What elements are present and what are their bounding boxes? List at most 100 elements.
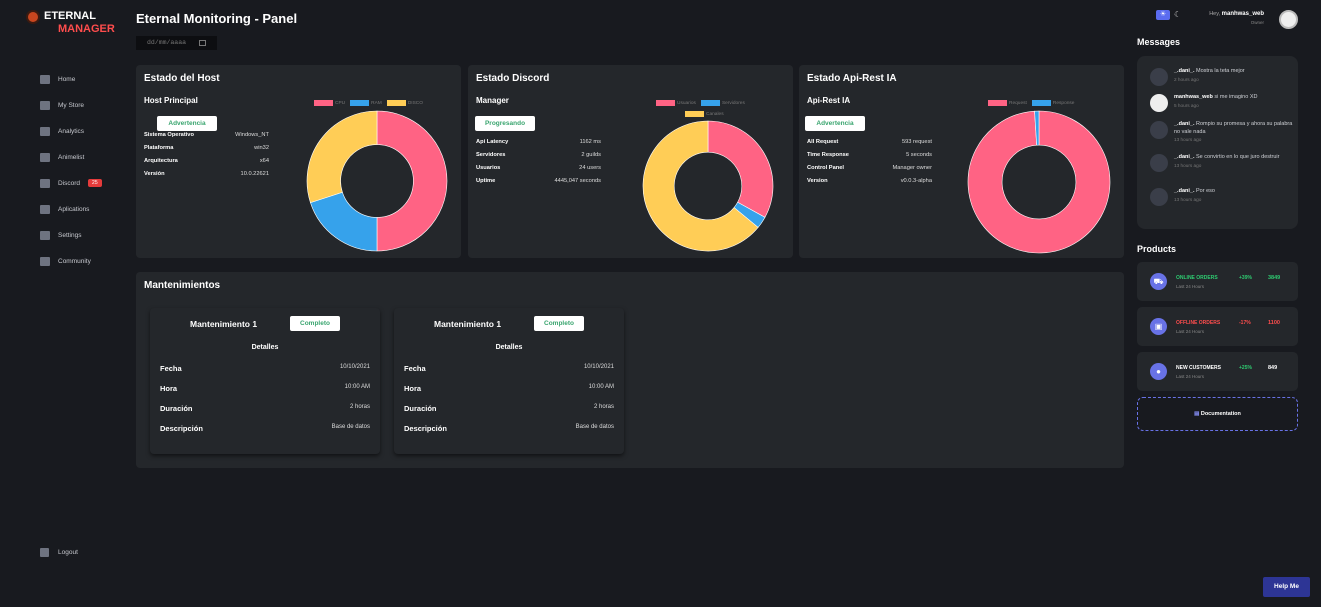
legend-item[interactable]: Response [1031,100,1074,106]
discord-row-key: Uptime [476,178,496,184]
cart-icon: ⛟ [1150,273,1167,290]
sidebar-item-analytics[interactable]: Analytics [40,118,102,144]
legend-label: CPU [335,100,346,106]
message-user: manhwas_web [1174,94,1213,100]
maintenance-key: Fecha [404,364,426,373]
maintenance-value: 2 horas [349,404,370,410]
legend-swatch [685,111,704,117]
api-donut-chart[interactable] [967,110,1111,254]
donut-slice-disco[interactable] [306,110,378,204]
help-button[interactable]: Help Me [1263,577,1310,597]
message-item[interactable]: _.dani_. Se convirtio en lo que juro des… [1150,154,1294,172]
host-row-value: win32 [254,145,269,151]
discord-row: Servidores 2 guilds [476,152,601,158]
legend-item[interactable]: DISCO [386,100,424,106]
tools-icon [40,152,50,162]
sidebar-item-discord[interactable]: Discord 25 [40,170,102,196]
brand-logo[interactable]: ETERNAL MANAGER [26,10,115,36]
logo-icon [26,10,40,24]
maintenance-card: Mantenimiento 1 Completo Detalles Fecha 1… [150,308,380,454]
legend-item[interactable]: CPU [314,100,345,106]
legend-item[interactable]: RAM [350,100,382,106]
maintenance-key: Duración [160,404,193,413]
api-chart-legend: Request Response [988,100,1074,106]
maintenance-row: Hora 10:00 AM [160,384,370,393]
messages-title: Messages [1137,37,1181,47]
legend-item[interactable]: Canales [685,111,724,117]
maintenance-name: Mantenimiento 1 [190,319,258,329]
discord-row-value: 2 guilds [581,152,601,158]
message-user: _.dani_. [1174,154,1195,160]
sidebar-item-community[interactable]: Community [40,248,102,274]
host-subtitle: Host Principal [144,96,198,105]
legend-item[interactable]: Request [988,100,1027,106]
message-user: _.dani_. [1174,68,1195,74]
discord-subtitle: Manager [476,96,509,105]
api-card: Estado Api-Rest IA Api-Rest IA Advertenc… [799,65,1124,258]
product-pct: +39% [1239,275,1252,281]
maintenance-row: Descripción Base de datos [160,424,370,433]
legend-swatch [988,100,1007,106]
host-row-key: Sistema Operativo [144,132,194,138]
logout-link[interactable]: Logout [40,548,78,557]
maintenance-value: 10/10/2021 [583,364,614,370]
product-card-offline[interactable]: ▣ OFFLINE ORDERS Last 24 Hours -17% 1100 [1137,307,1298,346]
documentation-button[interactable]: ▤ Documentation [1137,397,1298,431]
people-icon [40,256,50,266]
host-status-button[interactable]: Advertencia [157,116,217,131]
discord-donut-chart[interactable] [642,120,774,252]
legend-item[interactable]: Usuarios [656,100,696,106]
api-row: Time Response 5 seconds [807,152,932,158]
host-row-value: 10.0.22621 [240,171,269,177]
maintenance-value: 2 horas [593,404,614,410]
donut-slice-ram[interactable] [310,191,378,252]
theme-toggle-sun[interactable]: ☀ [1156,10,1170,20]
user-role: Owner [1250,20,1264,25]
message-item[interactable]: manhwas_web si me imagino XD 5 hours ago [1150,94,1294,112]
donut-slice-usuarios[interactable] [707,120,774,218]
product-card-online[interactable]: ⛟ ONLINE ORDERS Last 24 Hours +39% 3849 [1137,262,1298,301]
host-donut-chart[interactable] [306,110,448,252]
grid-icon [40,74,50,84]
discord-title: Estado Discord [476,73,550,84]
username: manhwas_web [1221,11,1264,17]
message-item[interactable]: _.dani_. Rompio su promesa y ahora su pa… [1150,121,1294,144]
calendar-icon[interactable] [199,40,206,46]
maintenance-details-heading: Detalles [495,344,523,351]
avatar[interactable] [1279,10,1298,29]
sidebar-item-animelist[interactable]: Animelist [40,144,102,170]
legend-item[interactable]: Servidores [700,100,745,106]
sidebar-item-aplications[interactable]: Aplications [40,196,102,222]
sidebar-item-settings[interactable]: Settings [40,222,102,248]
message-item[interactable]: _.dani_. Por eso 13 hours ago [1150,188,1294,206]
host-row-value: x64 [259,158,269,164]
api-row-key: Version [807,178,828,184]
maintenance-key: Descripción [404,424,447,433]
api-subtitle: Api-Rest IA [807,96,851,105]
maintenance-status-button[interactable]: Completo [534,316,584,331]
discord-row-key: Api Latency [476,139,509,145]
sidebar: ETERNAL MANAGER Home My Store Analytics … [0,0,120,607]
host-chart-legend: CPU RAM DISCO [314,100,423,106]
legend-label: DISCO [407,100,424,106]
sidebar-item-home[interactable]: Home [40,66,102,92]
moon-icon[interactable]: ☾ [1174,10,1184,20]
products-title: Products [1137,244,1177,254]
product-card-customers[interactable]: ● NEW CUSTOMERS Last 24 Hours +25% 849 [1137,352,1298,391]
legend-label: RAM [371,100,382,106]
maintenance-value: 10:00 AM [588,384,614,390]
maintenance-status-button[interactable]: Completo [290,316,340,331]
donut-slice-cpu[interactable] [376,110,448,252]
product-label: OFFLINE ORDERS [1176,320,1221,326]
api-row-key: All Request [807,139,839,145]
discord-status-button[interactable]: Progresando [475,116,535,131]
product-value: 3849 [1268,275,1281,281]
api-status-button[interactable]: Advertencia [805,116,865,131]
brand-line2: MANAGER [58,23,115,35]
avatar [1150,68,1168,86]
brand-line1: ETERNAL [44,10,96,22]
sidebar-item-label: Animelist [58,153,85,161]
message-text: Mostra la teta mejor [1196,68,1245,74]
sidebar-item-my-store[interactable]: My Store [40,92,102,118]
message-item[interactable]: _.dani_. Mostra la teta mejor 2 hours ago [1150,68,1294,86]
